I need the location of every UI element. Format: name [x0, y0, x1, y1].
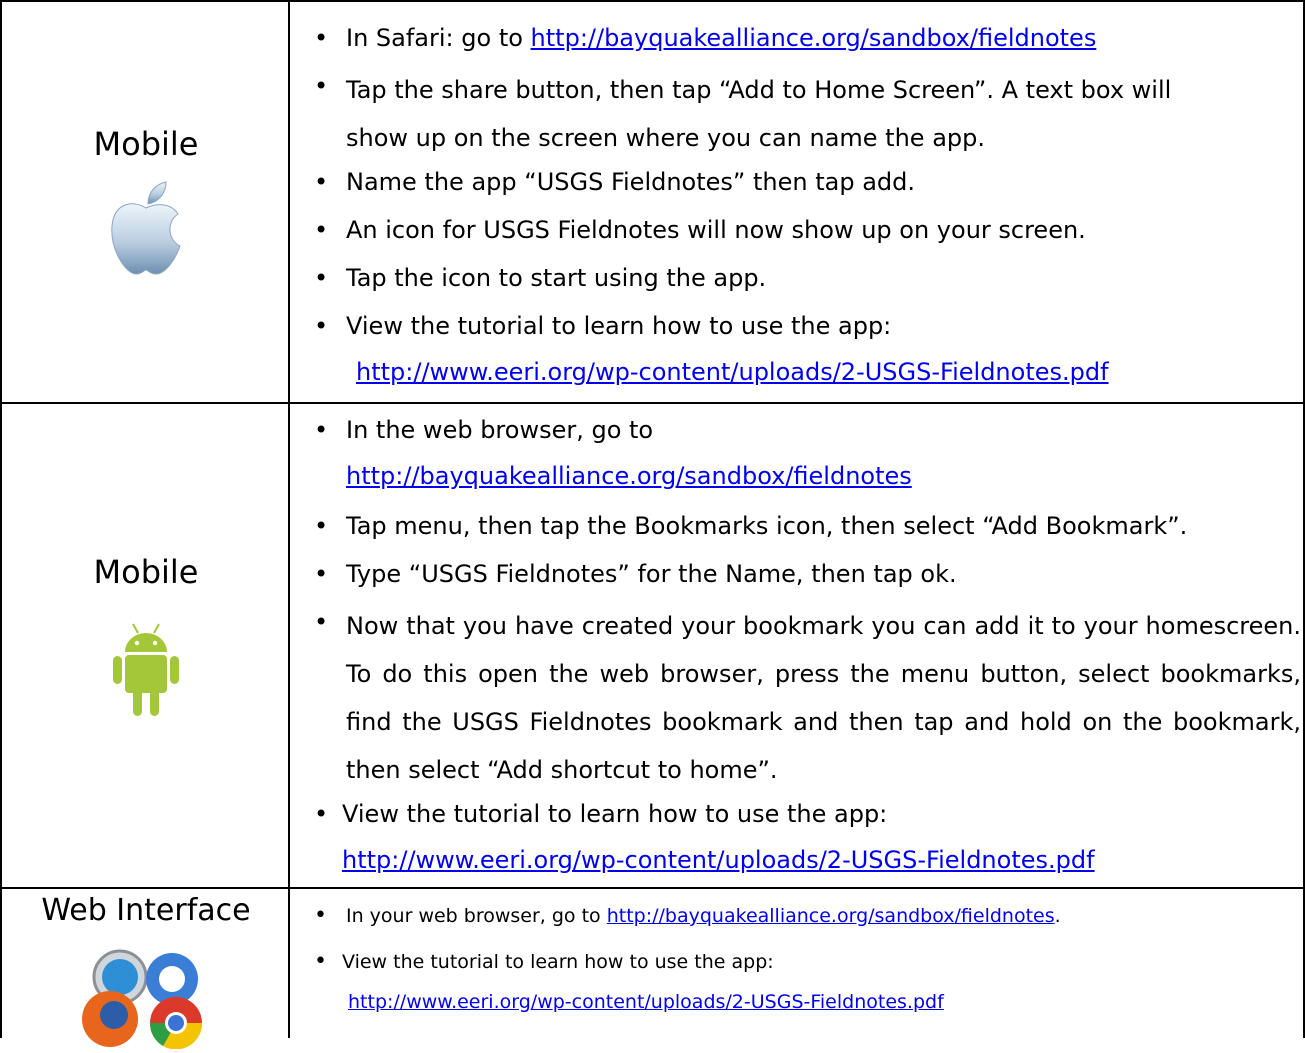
bullet-icon: • [314, 800, 329, 828]
fieldnotes-link[interactable]: http://bayquakealliance.org/sandbox/fiel… [531, 24, 1097, 52]
step-text: An icon for USGS Fieldnotes will now sho… [346, 216, 1086, 244]
platform-cell: Mobile [4, 552, 288, 722]
step-text: Name the app “USGS Fieldnotes” then tap … [346, 168, 915, 196]
step-text: Type “USGS Fieldnotes” for the Name, the… [346, 560, 957, 588]
step-text: View the tutorial to learn how to use th… [342, 951, 774, 973]
step-text: Tap the share button, then tap “Add to H… [346, 76, 1172, 152]
bullet-icon: • [314, 608, 329, 636]
instructions-table: Mobile • In Safari: go to http://bayquak… [0, 0, 1305, 1050]
android-robot-icon [4, 622, 288, 722]
table-row-ios: Mobile • In Safari: go to http://bayquak… [0, 2, 1305, 402]
fieldnotes-link[interactable]: http://bayquakealliance.org/sandbox/fiel… [346, 462, 912, 490]
table-row-android: Mobile • In the web browser, go to http:… [0, 404, 1305, 887]
step-text: In the web browser, go to [346, 416, 654, 444]
bullet-icon: • [314, 72, 329, 100]
bullet-icon: • [314, 264, 329, 292]
bullet-icon: • [314, 168, 329, 196]
bullet-icon: • [314, 24, 329, 52]
web-browsers-icon [76, 939, 216, 1050]
step-text: View the tutorial to learn how to use th… [342, 800, 888, 828]
step-text-suffix: . [1054, 905, 1061, 927]
tutorial-link[interactable]: http://www.eeri.org/wp-content/uploads/2… [356, 358, 1109, 386]
step-text: In Safari: go to [346, 24, 531, 52]
tutorial-link[interactable]: http://www.eeri.org/wp-content/uploads/2… [348, 991, 944, 1013]
platform-label: Mobile [93, 125, 199, 163]
step-text: Now that you have created your bookmark … [346, 612, 1301, 784]
table-row-web: Web Interface • In your web browser, go … [0, 889, 1305, 1050]
bullet-icon: • [314, 216, 329, 244]
platform-cell: Mobile [4, 124, 288, 282]
platform-cell: Web Interface [4, 891, 288, 1050]
bullet-icon: • [314, 512, 329, 540]
apple-logo-icon [4, 178, 288, 282]
platform-label: Web Interface [41, 893, 251, 928]
tutorial-link[interactable]: http://www.eeri.org/wp-content/uploads/2… [342, 846, 1095, 874]
bullet-icon: • [314, 949, 327, 974]
step-text: View the tutorial to learn how to use th… [346, 312, 892, 340]
step-text: Tap menu, then tap the Bookmarks icon, t… [346, 512, 1188, 540]
bullet-icon: • [314, 416, 329, 444]
bullet-icon: • [314, 312, 329, 340]
step-text: Tap the icon to start using the app. [346, 264, 767, 292]
fieldnotes-link[interactable]: http://bayquakealliance.org/sandbox/fiel… [607, 905, 1055, 927]
bullet-icon: • [314, 903, 327, 928]
platform-label: Mobile [93, 553, 199, 591]
bullet-icon: • [314, 560, 329, 588]
step-text: In your web browser, go to [346, 905, 607, 927]
